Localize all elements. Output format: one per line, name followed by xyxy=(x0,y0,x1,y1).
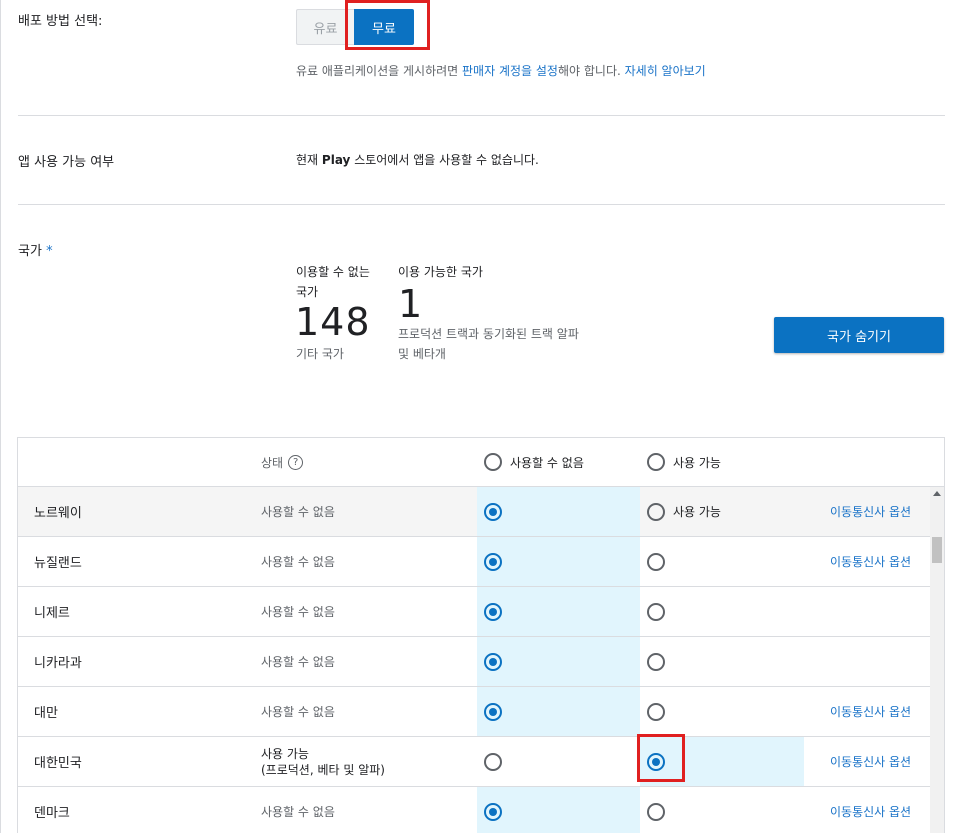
available-cell[interactable] xyxy=(640,637,804,686)
table-scrollbar[interactable] xyxy=(930,487,944,833)
radio-icon[interactable] xyxy=(647,552,665,571)
divider xyxy=(18,204,945,205)
radio-selected-icon[interactable] xyxy=(484,702,502,721)
carrier-options-link[interactable]: 이동통신사 옵션 xyxy=(830,487,911,536)
availability-text: 현재 Play 스토어에서 앱을 사용할 수 없습니다. xyxy=(296,153,539,167)
radio-icon[interactable] xyxy=(647,602,665,621)
radio-icon[interactable] xyxy=(647,702,665,721)
merchant-account-link[interactable]: 판매자 계정을 설정 xyxy=(462,64,558,78)
radio-unavailable-all-icon[interactable] xyxy=(484,453,502,471)
available-cell[interactable] xyxy=(640,687,804,736)
unavailable-cell[interactable] xyxy=(477,537,640,586)
radio-selected-icon[interactable] xyxy=(484,652,502,671)
table-row: 대만 사용할 수 없음 이동통신사 옵션 xyxy=(18,687,944,737)
country-status: 사용할 수 없음 xyxy=(261,655,335,669)
unavailable-cell[interactable] xyxy=(477,637,640,686)
available-sub: 프로덕션 트랙과 동기화된 트랙 알파 및 베타개 xyxy=(398,327,579,361)
table-row: 뉴질랜드 사용할 수 없음 이동통신사 옵션 xyxy=(18,537,944,587)
radio-selected-icon[interactable] xyxy=(484,502,502,521)
header-available[interactable]: 사용 가능 xyxy=(640,438,721,486)
required-marker: * xyxy=(46,244,53,259)
paid-note: 유료 애플리케이션을 게시하려면 판매자 계정을 설정해야 합니다. 자세히 알… xyxy=(296,64,706,78)
country-status: 사용할 수 없음 xyxy=(261,555,335,569)
carrier-options-link[interactable]: 이동통신사 옵션 xyxy=(830,687,911,736)
carrier-options-link[interactable]: 이동통신사 옵션 xyxy=(830,787,911,833)
country-name: 덴마크 xyxy=(34,806,70,821)
unavailable-cell[interactable] xyxy=(477,587,640,636)
scroll-up-icon[interactable] xyxy=(933,491,941,496)
radio-selected-icon[interactable] xyxy=(484,802,502,821)
table-header: 상태? 사용할 수 없음 사용 가능 xyxy=(18,438,944,487)
unavailable-sub: 기타 국가 xyxy=(296,347,344,361)
highlight-box-free xyxy=(345,0,430,50)
unavailable-count: 148 xyxy=(295,300,371,344)
available-title: 이용 가능한 국가 xyxy=(398,265,483,279)
country-name: 대한민국 xyxy=(34,756,82,771)
hide-countries-button[interactable]: 국가 숨기기 xyxy=(774,317,944,353)
radio-icon[interactable] xyxy=(484,752,502,771)
unavailable-summary: 이용할 수 없는 국가 xyxy=(296,265,370,299)
country-status: 사용할 수 없음 xyxy=(261,805,335,819)
scroll-thumb[interactable] xyxy=(932,537,942,563)
status-header: 상태? xyxy=(261,438,304,486)
page-left-border xyxy=(0,0,1,833)
carrier-options-link[interactable]: 이동통신사 옵션 xyxy=(830,537,911,586)
country-status: 사용 가능 (프로덕션, 베타 및 알파) xyxy=(261,746,385,777)
radio-selected-icon[interactable] xyxy=(484,602,502,621)
available-cell[interactable] xyxy=(640,537,804,586)
radio-icon[interactable] xyxy=(647,652,665,671)
unavailable-cell[interactable] xyxy=(477,687,640,736)
country-name: 니카라과 xyxy=(34,656,82,671)
country-name: 뉴질랜드 xyxy=(34,556,82,571)
unavailable-cell[interactable] xyxy=(477,487,640,536)
radio-selected-icon[interactable] xyxy=(484,552,502,571)
distribution-label: 배포 방법 선택: xyxy=(18,14,103,29)
country-name: 대만 xyxy=(34,706,58,721)
table-row: 노르웨이 사용할 수 없음 사용 가능 이동통신사 옵션 xyxy=(18,487,944,537)
header-unavailable[interactable]: 사용할 수 없음 xyxy=(477,438,584,486)
highlight-box-korea-available xyxy=(637,734,685,782)
available-cell[interactable] xyxy=(640,787,804,833)
available-cell[interactable]: 사용 가능 xyxy=(640,487,804,536)
table-row: 덴마크 사용할 수 없음 이동통신사 옵션 xyxy=(18,787,944,833)
help-icon[interactable]: ? xyxy=(288,454,304,470)
country-status: 사용할 수 없음 xyxy=(261,605,335,619)
country-status: 사용할 수 없음 xyxy=(261,505,335,519)
radio-icon[interactable] xyxy=(647,802,665,821)
divider xyxy=(18,115,945,116)
country-name: 노르웨이 xyxy=(34,506,82,521)
carrier-options-link[interactable]: 이동통신사 옵션 xyxy=(830,737,911,786)
country-status: 사용할 수 없음 xyxy=(261,705,335,719)
learn-more-link[interactable]: 자세히 알아보기 xyxy=(625,64,706,78)
radio-available-all-icon[interactable] xyxy=(647,453,665,471)
countries-table: 상태? 사용할 수 없음 사용 가능 노르웨이 사용할 수 없음 사용 가능 이… xyxy=(17,437,945,833)
country-name: 니제르 xyxy=(34,606,70,621)
unavailable-cell[interactable] xyxy=(477,787,640,833)
radio-icon[interactable] xyxy=(647,502,665,521)
available-cell[interactable] xyxy=(640,587,804,636)
countries-label: 국가 * xyxy=(18,244,53,259)
table-row: 니카라과 사용할 수 없음 xyxy=(18,637,944,687)
unavailable-cell[interactable] xyxy=(477,737,640,786)
available-count: 1 xyxy=(398,282,424,326)
table-row: 대한민국 사용 가능 (프로덕션, 베타 및 알파) 이동통신사 옵션 xyxy=(18,737,944,787)
table-row: 니제르 사용할 수 없음 xyxy=(18,587,944,637)
availability-label: 앱 사용 가능 여부 xyxy=(18,155,115,170)
